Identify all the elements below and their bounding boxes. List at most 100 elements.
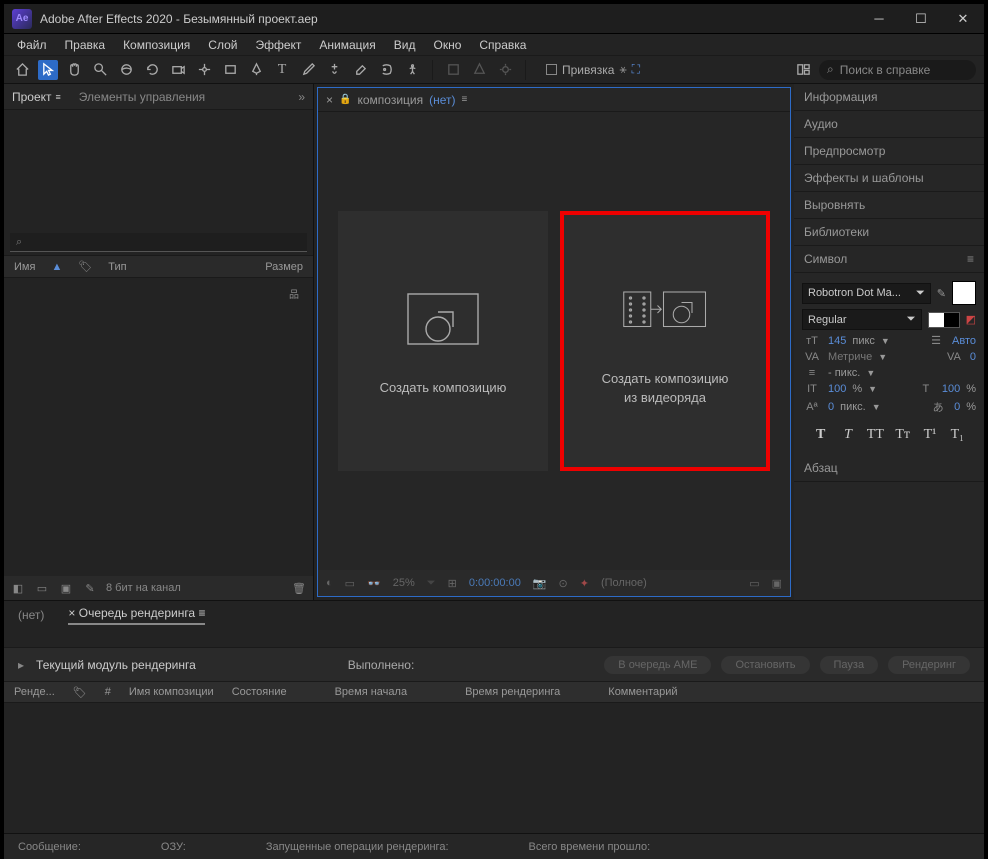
col-type[interactable]: Тип (108, 261, 126, 273)
col-starttime[interactable]: Время начала (335, 686, 407, 698)
superscript-button[interactable]: T¹ (919, 425, 940, 445)
tsume-value[interactable]: 0 (954, 401, 960, 413)
minimize-button[interactable]: ─ (858, 4, 900, 34)
subscript-button[interactable]: T₁ (947, 425, 968, 445)
tag-icon[interactable]: 🏷 (78, 260, 92, 273)
orbit-tool[interactable] (116, 60, 136, 80)
zoom-tool[interactable] (90, 60, 110, 80)
grid-icon[interactable]: ⊙ (559, 577, 568, 590)
help-search[interactable]: ⌕ Поиск в справке (819, 60, 976, 80)
smallcaps-button[interactable]: Tᴛ (892, 425, 913, 445)
resolution-icon[interactable]: ⊞ (448, 577, 457, 590)
vscale-value[interactable]: 100 (828, 383, 846, 395)
stroke-color-swatch[interactable] (928, 312, 960, 328)
col-render[interactable]: Ренде... (14, 686, 55, 698)
stroke-value[interactable]: - пикс. (828, 367, 860, 379)
menu-composition[interactable]: Композиция (114, 36, 199, 54)
clone-tool[interactable] (324, 60, 344, 80)
close-tab-icon[interactable]: × (326, 93, 333, 107)
nofill-icon[interactable]: ◩ (966, 313, 976, 326)
trash-icon[interactable]: 🗑 (291, 580, 307, 596)
section-paragraph[interactable]: Абзац (794, 455, 984, 482)
hand-tool[interactable] (64, 60, 84, 80)
section-libraries[interactable]: Библиотеки (794, 219, 984, 246)
new-composition-from-footage-card[interactable]: Создать композициюиз видеоряда (560, 211, 770, 471)
snap-toggle[interactable]: Привязка ⚹ ⛶ (546, 62, 640, 77)
italic-button[interactable]: T (837, 425, 858, 445)
tab-effect-controls[interactable]: Элементы управления (79, 90, 205, 104)
light-tool[interactable] (495, 60, 515, 80)
fill-color-swatch[interactable] (952, 281, 976, 305)
tab-timeline-none[interactable]: (нет) (18, 608, 44, 622)
expand-panels-icon[interactable]: » (298, 90, 305, 104)
font-family-select[interactable]: Robotron Dot Ma...⏷ (802, 283, 931, 304)
section-effects[interactable]: Эффекты и шаблоны (794, 165, 984, 192)
section-audio[interactable]: Аудио (794, 111, 984, 138)
settings-icon[interactable]: ✎ (82, 580, 98, 596)
queue-ame-button[interactable]: В очередь AME (604, 656, 711, 674)
home-tool[interactable] (12, 60, 32, 80)
menu-file[interactable]: Файл (8, 36, 56, 54)
project-file-list[interactable]: 品 (4, 278, 313, 576)
col-rendertime[interactable]: Время рендеринга (465, 686, 560, 698)
type-tool[interactable]: T (272, 60, 292, 80)
timecode[interactable]: 0:00:00:00 (469, 577, 521, 589)
shape-tool[interactable] (469, 60, 489, 80)
roto-tool[interactable] (376, 60, 396, 80)
tracking-value[interactable]: 0 (970, 351, 976, 363)
menu-animation[interactable]: Анимация (310, 36, 384, 54)
anchor-tool[interactable] (194, 60, 214, 80)
baseline-value[interactable]: 0 (828, 401, 834, 413)
eyedropper-icon[interactable]: ✎ (937, 287, 946, 300)
rotate-tool[interactable] (142, 60, 162, 80)
mask-view-icon[interactable]: 👓 (367, 577, 381, 590)
menu-window[interactable]: Окно (424, 36, 470, 54)
snap-checkbox[interactable] (546, 64, 557, 75)
col-size[interactable]: Размер (265, 261, 303, 273)
col-tag[interactable]: 🏷 (73, 686, 87, 699)
kerning-value[interactable]: Метриче (828, 351, 872, 363)
menu-effect[interactable]: Эффект (246, 36, 310, 54)
render-queue-body[interactable] (4, 703, 984, 833)
eraser-tool[interactable] (350, 60, 370, 80)
panel-menu-icon[interactable]: ≡ (967, 252, 974, 266)
monitor-icon[interactable]: ▭ (345, 577, 355, 590)
font-size-value[interactable]: 145 (828, 335, 846, 347)
allcaps-button[interactable]: TT (865, 425, 886, 445)
pause-button[interactable]: Пауза (820, 656, 879, 674)
new-composition-card[interactable]: Создать композицию (338, 211, 548, 471)
interpret-icon[interactable]: ◧ (10, 580, 26, 596)
project-search-input[interactable] (10, 233, 307, 252)
colormgmt-icon[interactable]: ✦ (580, 577, 589, 590)
hierarchy-icon[interactable]: 品 (289, 286, 299, 301)
camera-tool[interactable] (168, 60, 188, 80)
col-compname[interactable]: Имя композиции (129, 686, 214, 698)
section-character[interactable]: Символ≡ (794, 246, 984, 273)
close-button[interactable]: ✕ (942, 4, 984, 34)
menu-edit[interactable]: Правка (56, 36, 115, 54)
menu-help[interactable]: Справка (470, 36, 535, 54)
section-align[interactable]: Выровнять (794, 192, 984, 219)
section-preview[interactable]: Предпросмотр (794, 138, 984, 165)
folder-icon[interactable]: ▭ (34, 580, 50, 596)
menu-layer[interactable]: Слой (199, 36, 246, 54)
hscale-value[interactable]: 100 (942, 383, 960, 395)
zoom-level[interactable]: 25% (393, 577, 415, 589)
render-button[interactable]: Рендеринг (888, 656, 970, 674)
lock-icon[interactable]: 🔒 (339, 94, 351, 105)
alpha-icon[interactable]: ◐ (326, 577, 333, 589)
maximize-button[interactable]: ☐ (900, 4, 942, 34)
col-num[interactable]: # (105, 686, 111, 698)
col-name[interactable]: Имя (14, 261, 35, 273)
resolution-select[interactable]: (Полное) (601, 577, 647, 589)
rect-tool[interactable] (220, 60, 240, 80)
col-comment[interactable]: Комментарий (608, 686, 677, 698)
selection-tool[interactable] (38, 60, 58, 80)
font-weight-select[interactable]: Regular⏷ (802, 309, 922, 330)
camera-icon[interactable]: 📷 (533, 577, 547, 590)
view2-icon[interactable]: ▣ (772, 577, 782, 590)
workspace-icon[interactable] (793, 60, 813, 80)
tab-menu-icon[interactable]: ≡ (461, 94, 467, 105)
section-info[interactable]: Информация (794, 84, 984, 111)
bpc-label[interactable]: 8 бит на канал (106, 582, 181, 594)
